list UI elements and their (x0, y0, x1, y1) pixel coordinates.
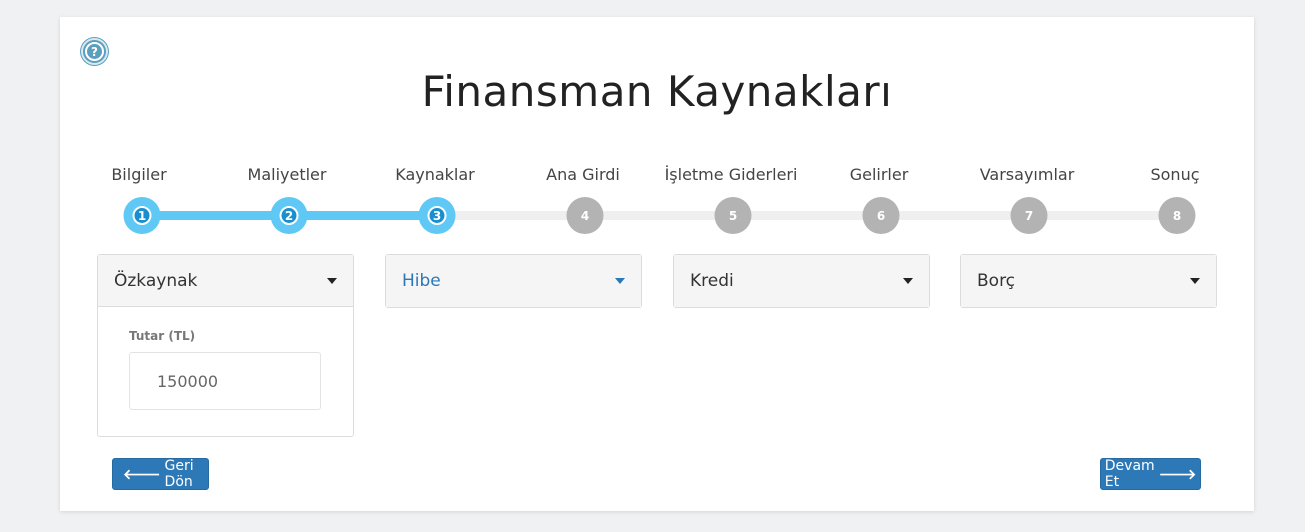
step-label-isletme-giderleri: İşletme Giderleri (664, 165, 798, 184)
caret-down-icon (615, 278, 625, 284)
caret-down-icon (327, 277, 337, 284)
panel-title: Hibe (402, 271, 441, 291)
panel-hibe: Hibe (385, 254, 642, 308)
step-7[interactable]: 7 (1010, 197, 1048, 234)
tutar-label: Tutar (TL) (129, 329, 196, 343)
caret-down-icon (1190, 278, 1200, 284)
panel-title: Borç (977, 271, 1016, 291)
next-button[interactable]: Devam Et 🡒 (1100, 458, 1201, 490)
step-label-gelirler: Gelirler (849, 165, 909, 184)
panel-header-ozkaynak[interactable]: Özkaynak (98, 255, 353, 307)
step-label-varsayimlar: Varsayımlar (979, 165, 1075, 184)
panel-header-kredi[interactable]: Kredi (674, 255, 929, 307)
wizard-card: ? Finansman Kaynakları Bilgiler Maliyetl… (60, 17, 1254, 511)
step-2[interactable]: 2 (270, 197, 308, 234)
arrow-left-icon: 🡐 (123, 466, 161, 483)
panel-ozkaynak: Özkaynak Tutar (TL) (97, 254, 354, 437)
step-label-bilgiler: Bilgiler (111, 165, 167, 184)
step-label-ana-girdi: Ana Girdi (546, 165, 620, 184)
panel-header-borc[interactable]: Borç (961, 255, 1216, 307)
back-button-label: Geri Dön (164, 458, 194, 490)
step-label-sonuc: Sonuç (1150, 165, 1200, 184)
step-5[interactable]: 5 (714, 197, 752, 234)
arrow-right-icon: 🡒 (1158, 466, 1197, 483)
step-8[interactable]: 8 (1158, 197, 1196, 234)
step-4[interactable]: 4 (566, 197, 604, 234)
panel-title: Özkaynak (114, 270, 198, 291)
panel-borc: Borç (960, 254, 1217, 308)
panel-header-hibe[interactable]: Hibe (386, 255, 641, 307)
step-label-maliyetler: Maliyetler (247, 165, 327, 184)
tutar-input[interactable] (129, 352, 321, 410)
panel-body-ozkaynak: Tutar (TL) (98, 307, 353, 436)
step-label-kaynaklar: Kaynaklar (395, 165, 475, 184)
step-1[interactable]: 1 (123, 197, 161, 234)
next-button-label: Devam Et (1104, 458, 1155, 490)
step-6[interactable]: 6 (862, 197, 900, 234)
back-button[interactable]: 🡐 Geri Dön (112, 458, 209, 490)
stepper: Bilgiler Maliyetler Kaynaklar Ana Girdi … (60, 17, 1254, 257)
panel-title: Kredi (690, 271, 734, 291)
step-3[interactable]: 3 (418, 197, 456, 234)
caret-down-icon (903, 278, 913, 284)
panel-kredi: Kredi (673, 254, 930, 308)
